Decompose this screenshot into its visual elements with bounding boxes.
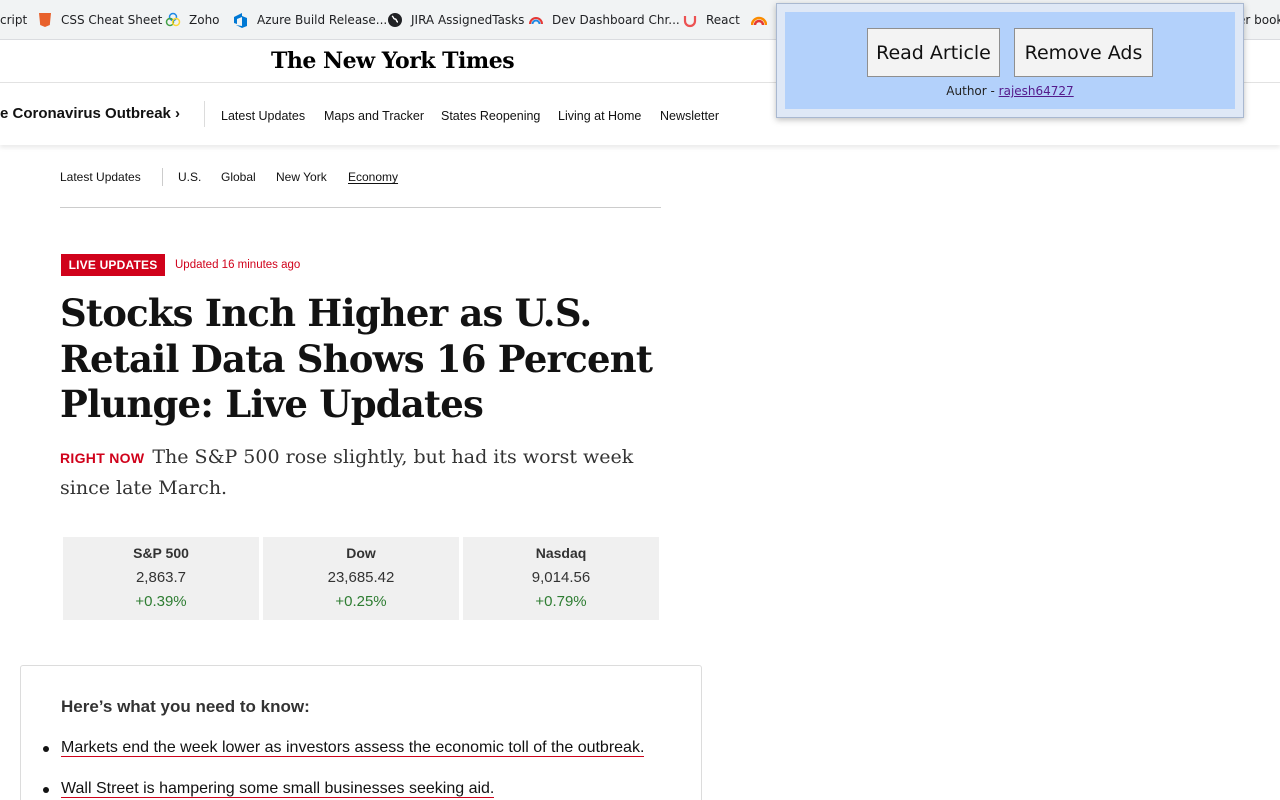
briefing-heading: Here’s what you need to know: — [61, 697, 310, 716]
rainbow-icon — [751, 16, 767, 26]
ticker-change: +0.79% — [535, 593, 587, 610]
nav-living-at-home[interactable]: Living at Home — [558, 109, 641, 123]
briefing-link[interactable]: Markets end the week lower as investors … — [61, 739, 645, 757]
globe-icon — [388, 13, 402, 27]
ticker-value: 9,014.56 — [531, 569, 591, 586]
ticker-nasdaq[interactable]: Nasdaq 9,014.56 +0.79% — [463, 537, 659, 620]
azure-devops-icon — [234, 13, 247, 28]
right-now-summary: RIGHT NOW The S&P 500 rose slightly, but … — [60, 442, 660, 503]
bookmark-partial[interactable] — [751, 0, 775, 39]
read-article-button[interactable]: Read Article — [867, 28, 1000, 77]
bookmark-jira-assignedtasks[interactable]: JIRA AssignedTasks — [387, 0, 525, 39]
popup-panel: Read Article Remove Ads Author - rajesh6… — [785, 12, 1235, 109]
briefing-box: Here’s what you need to know: Markets en… — [20, 665, 702, 800]
author-prefix: Author - — [946, 84, 999, 98]
bookmark-label: JIRA AssignedTasks — [411, 13, 525, 27]
bookmark-label: Azure Build Release... — [257, 13, 388, 27]
bookmark-script[interactable]: cript — [0, 0, 28, 39]
subnav-divider — [162, 168, 163, 186]
ticker-name: Dow — [346, 545, 376, 561]
bookmark-label: Zoho — [189, 13, 220, 27]
author-credit: Author - rajesh64727 — [785, 84, 1235, 98]
ticker-name: Nasdaq — [535, 545, 587, 561]
live-updates-badge: LIVE UPDATES — [61, 254, 165, 276]
bookmark-label: er book — [1238, 13, 1280, 27]
nav-newsletter[interactable]: Newsletter — [660, 109, 719, 123]
bookmark-css-cheat-sheet[interactable]: CSS Cheat Sheet — [37, 0, 163, 39]
bookmark-label: cript — [0, 13, 28, 27]
live-updates-subnav: Latest Updates U.S. Global New York Econ… — [60, 145, 661, 208]
author-link[interactable]: rajesh64727 — [999, 84, 1074, 98]
bookmark-react[interactable]: React — [682, 0, 740, 39]
ticker-value: 23,685.42 — [327, 569, 395, 586]
ticker-name: S&P 500 — [133, 545, 189, 561]
subnav-global[interactable]: Global — [221, 170, 256, 184]
right-now-text: The S&P 500 rose slightly, but had its w… — [60, 446, 634, 499]
subnav-economy[interactable]: Economy — [348, 170, 398, 184]
chrome-rainbow-icon — [529, 17, 543, 25]
list-item: Markets end the week lower as investors … — [42, 737, 645, 758]
ticker-change: +0.25% — [335, 593, 387, 610]
nyt-logo[interactable]: The New York Times — [271, 48, 515, 74]
article-headline: Stocks Inch Higher as U.S. Retail Data S… — [60, 291, 653, 426]
bookmark-azure-build-release[interactable]: Azure Build Release... — [233, 0, 388, 39]
udemy-icon — [683, 16, 697, 28]
coronavirus-outbreak-link[interactable]: e Coronavirus Outbreak › — [0, 105, 180, 122]
bookmark-dev-dashboard[interactable]: Dev Dashboard Chr... — [528, 0, 680, 39]
subnav-new-york[interactable]: New York — [276, 170, 327, 184]
remove-ads-button[interactable]: Remove Ads — [1014, 28, 1153, 77]
ticker-sp500[interactable]: S&P 500 2,863.7 +0.39% — [63, 537, 259, 620]
nav-latest-updates[interactable]: Latest Updates — [221, 109, 305, 123]
subnav-us[interactable]: U.S. — [178, 170, 201, 184]
bookmark-label: Dev Dashboard Chr... — [552, 13, 680, 27]
nav-states-reopening[interactable]: States Reopening — [441, 109, 540, 123]
right-now-label: RIGHT NOW — [60, 450, 145, 466]
bookmark-partial-right[interactable]: er book — [1238, 0, 1280, 39]
ticker-dow[interactable]: Dow 23,685.42 +0.25% — [263, 537, 459, 620]
nav-divider — [204, 101, 205, 127]
nav-maps-and-tracker[interactable]: Maps and Tracker — [324, 109, 424, 123]
briefing-list: Markets end the week lower as investors … — [42, 737, 645, 800]
zoho-icon — [165, 12, 181, 27]
css-icon — [39, 13, 51, 27]
market-tickers: S&P 500 2,863.7 +0.39% Dow 23,685.42 +0.… — [63, 537, 661, 620]
list-item: Wall Street is hampering some small busi… — [42, 778, 644, 799]
subnav-latest-updates[interactable]: Latest Updates — [60, 170, 141, 184]
ticker-value: 2,863.7 — [135, 569, 187, 586]
bookmark-label: React — [706, 13, 740, 27]
ticker-change: +0.39% — [135, 593, 187, 610]
updated-timestamp: Updated 16 minutes ago — [175, 259, 301, 271]
extension-popup: Read Article Remove Ads Author - rajesh6… — [776, 3, 1244, 118]
bookmark-zoho[interactable]: Zoho — [165, 0, 220, 39]
bookmark-label: CSS Cheat Sheet — [61, 13, 163, 27]
briefing-link[interactable]: Wall Street is hampering some small busi… — [61, 780, 495, 798]
